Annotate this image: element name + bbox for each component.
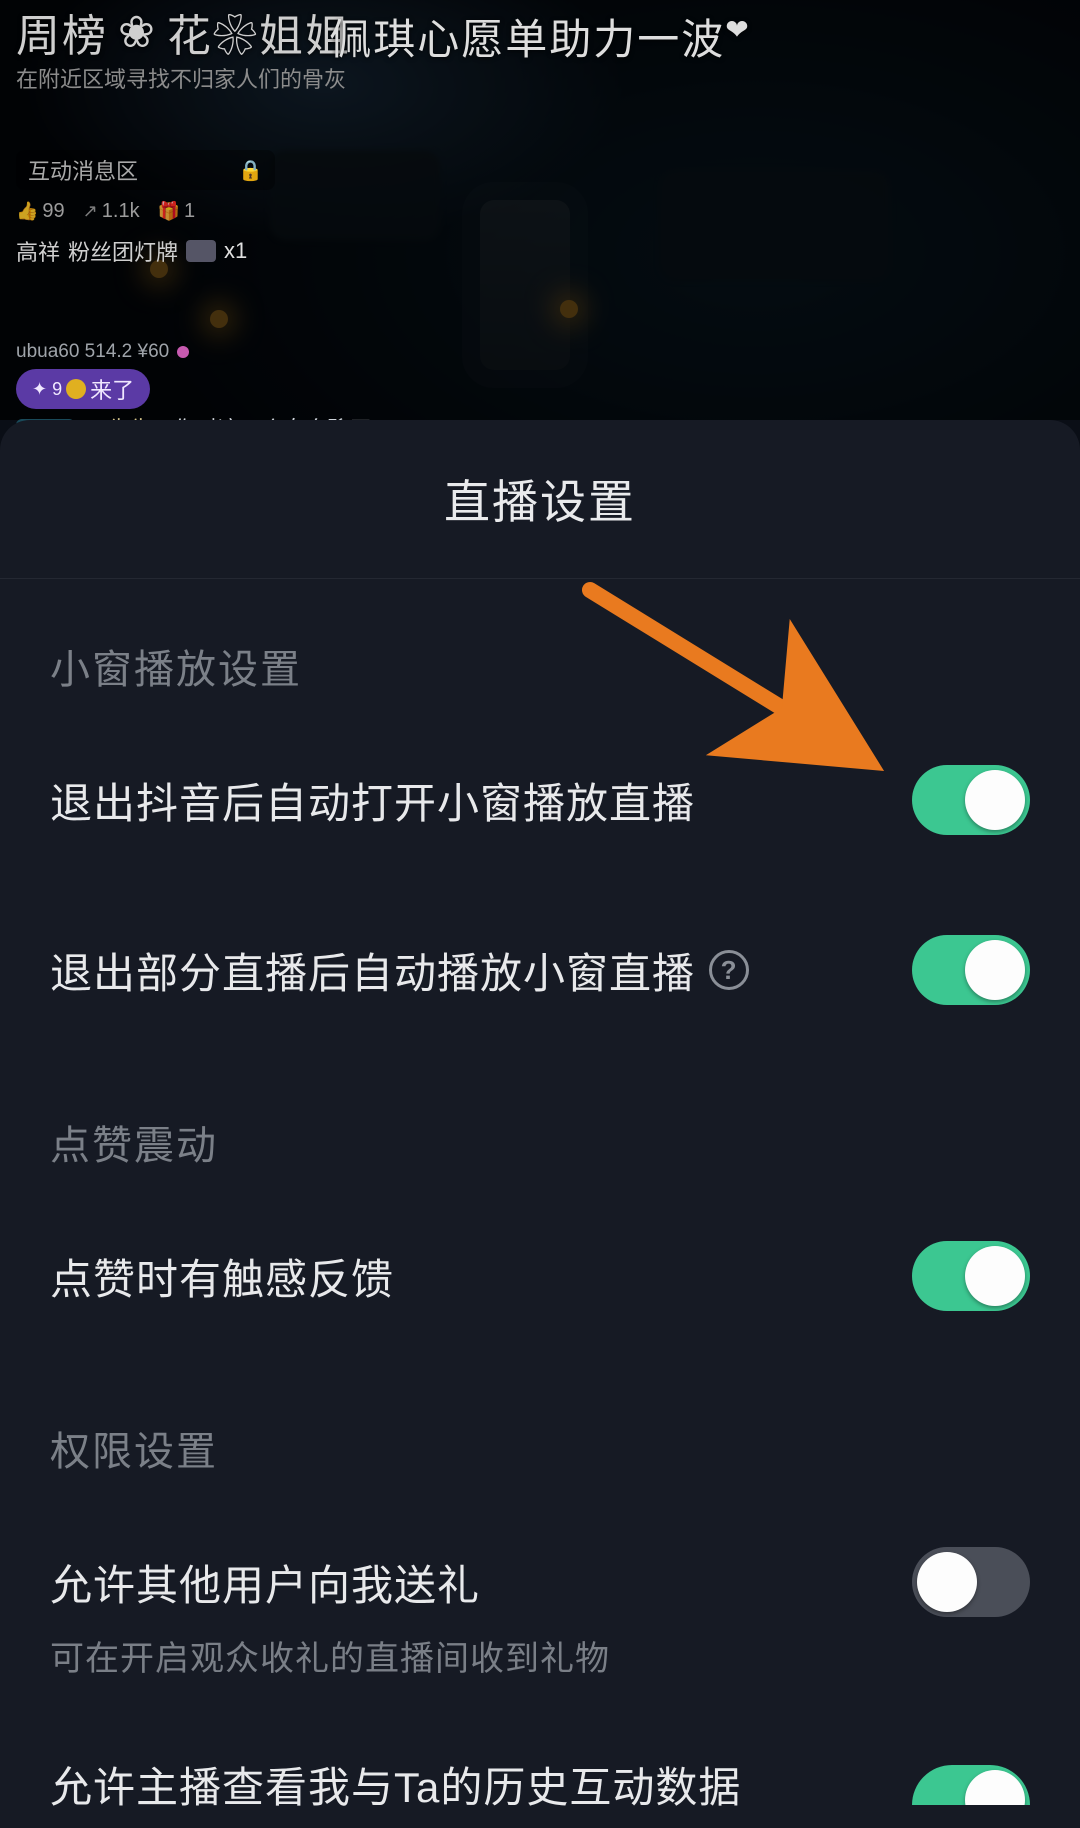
joined-badge: ✦ 9 来了: [16, 369, 150, 409]
livestream-overlay: 佩琪心愿单助力一波❤ 周榜 ❀ 花❀姐姐 在附近区域寻找不归家人们的骨灰 互动消…: [0, 0, 1080, 420]
row-like-haptics[interactable]: 点赞时有触感反馈: [0, 1191, 1080, 1361]
toggle-pip-after-exit-app[interactable]: [912, 765, 1030, 835]
fanclub-flag-icon: [186, 240, 216, 262]
row-allow-others-gift[interactable]: 允许其他用户向我送礼: [0, 1497, 1080, 1631]
row-pip-after-exit-room[interactable]: 退出部分直播后自动播放小窗直播 ?: [0, 885, 1080, 1055]
live-settings-sheet: 直播设置 小窗播放设置 退出抖音后自动打开小窗播放直播 退出部分直播后自动播放小…: [0, 420, 1080, 1828]
section-permissions: 权限设置: [0, 1361, 1080, 1497]
row-allow-host-view-history[interactable]: 允许主播查看我与Ta的历史互动数据: [0, 1704, 1080, 1815]
toggle-allow-host-view-history[interactable]: [912, 1765, 1030, 1805]
sheet-title: 直播设置: [0, 420, 1080, 578]
mini-stats: 👍99 ↗1.1k 🎁1: [16, 200, 1064, 223]
row-description: 可在开启观众收礼的直播间收到礼物: [0, 1631, 1080, 1704]
lock-icon: 🔒: [238, 158, 263, 183]
gift-icon: 🎁: [158, 201, 180, 222]
section-like-haptics: 点赞震动: [0, 1055, 1080, 1191]
wishlist-banner: 佩琪心愿单助力一波❤: [0, 6, 1080, 67]
share-icon: ↗: [83, 201, 98, 222]
thumb-icon: 👍: [16, 201, 38, 222]
toggle-like-haptics[interactable]: [912, 1241, 1030, 1311]
row-label: 允许其他用户向我送礼: [50, 1552, 480, 1613]
help-icon[interactable]: ?: [709, 950, 749, 990]
row-label: 允许主播查看我与Ta的历史互动数据: [50, 1754, 741, 1815]
fanclub-gift-line: 高祥 粉丝团灯牌 x1: [16, 235, 1064, 267]
system-line-1: ubua60 514.2 ¥60: [16, 341, 1064, 363]
row-pip-after-exit-app[interactable]: 退出抖音后自动打开小窗播放直播: [0, 715, 1080, 885]
dot-icon: [177, 346, 189, 358]
section-pip: 小窗播放设置: [0, 579, 1080, 715]
row-label: 退出部分直播后自动播放小窗直播 ?: [50, 940, 749, 1001]
row-label: 退出抖音后自动打开小窗播放直播: [50, 770, 695, 831]
toggle-allow-others-gift[interactable]: [912, 1547, 1030, 1617]
toggle-pip-after-exit-room[interactable]: [912, 935, 1030, 1005]
interaction-panel-chip[interactable]: 互动消息区 🔒: [16, 150, 275, 190]
row-label: 点赞时有触感反馈: [50, 1246, 394, 1307]
